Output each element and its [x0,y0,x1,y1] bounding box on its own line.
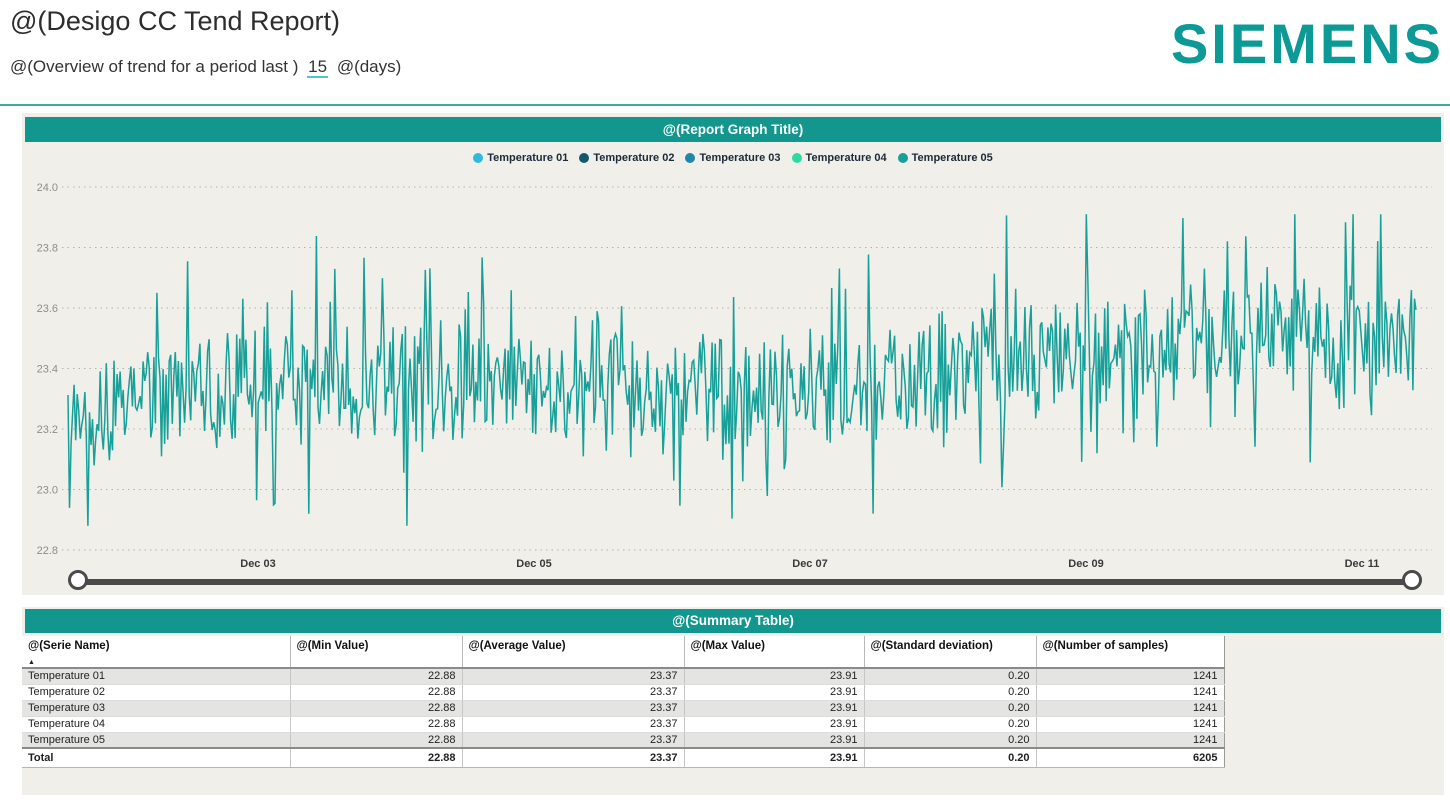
table-row: Temperature 0122.8823.3723.910.201241 [22,668,1224,684]
time-range-slider-handle-left[interactable] [68,570,88,590]
cell-std: 0.20 [864,668,1036,684]
table-row: Temperature 0522.8823.3723.910.201241 [22,732,1224,748]
cell-max: 23.91 [684,684,864,700]
column-header-3[interactable]: @(Max Value) [684,636,864,668]
y-axis-tick-label: 23.2 [37,424,58,436]
report-page: @(Desigo CC Tend Report) @(Overview of t… [0,0,1450,810]
cell-min: 22.88 [290,732,462,748]
cell-min: 22.88 [290,716,462,732]
legend-item-temperature-02[interactable]: Temperature 02 [579,152,674,164]
legend-item-temperature-05[interactable]: Temperature 05 [898,152,993,164]
subtitle-suffix: @(days) [337,57,402,76]
summary-title-bar: @(Summary Table) [25,609,1441,633]
report-subtitle: @(Overview of trend for a period last ) … [10,57,401,77]
legend-label: Temperature 03 [699,152,780,164]
cell-max: 23.91 [684,748,864,767]
cell-avg: 23.37 [462,716,684,732]
summary-table: @(Serie Name)▲@(Min Value)@(Average Valu… [22,636,1225,768]
cell-std: 0.20 [864,700,1036,716]
cell-n: 1241 [1036,716,1224,732]
cell-n: 6205 [1036,748,1224,767]
y-axis-tick-label: 23.6 [37,303,58,315]
cell-min: 22.88 [290,684,462,700]
table-row: Temperature 0222.8823.3723.910.201241 [22,684,1224,700]
legend-label: Temperature 05 [912,152,993,164]
cell-n: 1241 [1036,732,1224,748]
column-header-1[interactable]: @(Min Value) [290,636,462,668]
column-header-2[interactable]: @(Average Value) [462,636,684,668]
cell-avg: 23.37 [462,700,684,716]
y-axis-tick-label: 23.8 [37,243,58,255]
column-header-serie-name[interactable]: @(Serie Name)▲ [22,636,290,668]
cell-n: 1241 [1036,668,1224,684]
cell-avg: 23.37 [462,748,684,767]
siemens-logo: SIEMENS [1171,16,1444,72]
cell-std: 0.20 [864,684,1036,700]
x-axis-tick-label: Dec 05 [516,558,551,570]
cell-name: Total [22,748,290,767]
cell-max: 23.91 [684,732,864,748]
table-row: Temperature 0422.8823.3723.910.201241 [22,716,1224,732]
chart-legend: Temperature 01 Temperature 02 Temperature … [22,149,1444,167]
cell-min: 22.88 [290,748,462,767]
legend-color-dot-icon [792,153,802,163]
header-divider [0,104,1450,106]
cell-name: Temperature 03 [22,700,290,716]
sort-ascending-icon: ▲ [28,659,35,666]
legend-item-temperature-03[interactable]: Temperature 03 [685,152,780,164]
cell-min: 22.88 [290,700,462,716]
summary-panel: @(Summary Table) @(Serie Name)▲@(Min Val… [22,607,1444,795]
legend-color-dot-icon [473,153,483,163]
x-axis-tick-label: Dec 07 [792,558,827,570]
y-axis-tick-label: 24.0 [37,182,58,194]
x-axis-tick-label: Dec 11 [1345,558,1380,570]
cell-avg: 23.37 [462,684,684,700]
cell-name: Temperature 04 [22,716,290,732]
table-total-row: Total22.8823.3723.910.206205 [22,748,1224,767]
legend-item-temperature-04[interactable]: Temperature 04 [792,152,887,164]
legend-label: Temperature 04 [806,152,887,164]
x-axis-tick-label: Dec 03 [240,558,275,570]
cell-max: 23.91 [684,700,864,716]
y-axis-tick-label: 23.4 [37,364,58,376]
chart-panel: @(Report Graph Title) Temperature 01Temp… [22,113,1444,595]
subtitle-prefix: @(Overview of trend for a period last ) [10,57,298,76]
cell-std: 0.20 [864,732,1036,748]
legend-color-dot-icon [898,153,908,163]
cell-max: 23.91 [684,716,864,732]
legend-label: Temperature 02 [593,152,674,164]
x-axis-tick-label: Dec 09 [1068,558,1103,570]
cell-name: Temperature 02 [22,684,290,700]
cell-avg: 23.37 [462,732,684,748]
trend-chart[interactable]: 24.0 23.8 23.6 23.4 23.2 23.0 22.8 Dec 03 Dec 05… [22,169,1444,573]
column-header-4[interactable]: @(Standard deviation) [864,636,1036,668]
time-range-slider-track[interactable] [78,579,1412,585]
cell-std: 0.20 [864,716,1036,732]
cell-n: 1241 [1036,700,1224,716]
cell-n: 1241 [1036,684,1224,700]
cell-max: 23.91 [684,668,864,684]
column-header-5[interactable]: @(Number of samples) [1036,636,1224,668]
legend-color-dot-icon [685,153,695,163]
cell-std: 0.20 [864,748,1036,767]
legend-color-dot-icon [579,153,589,163]
report-title: @(Desigo CC Tend Report) [10,6,340,37]
y-axis-tick-label: 22.8 [37,545,58,557]
chart-title-bar: @(Report Graph Title) [25,117,1441,142]
table-row: Temperature 0322.8823.3723.910.201241 [22,700,1224,716]
legend-item-temperature-01[interactable]: Temperature 01 [473,152,568,164]
legend-label: Temperature 01 [487,152,568,164]
cell-avg: 23.37 [462,668,684,684]
cell-name: Temperature 05 [22,732,290,748]
cell-min: 22.88 [290,668,462,684]
time-range-slider-handle-right[interactable] [1402,570,1422,590]
period-days-value[interactable]: 15 [307,57,328,78]
y-axis-tick-label: 23.0 [37,485,58,497]
series-line-temperature-05 [68,214,1416,526]
cell-name: Temperature 01 [22,668,290,684]
